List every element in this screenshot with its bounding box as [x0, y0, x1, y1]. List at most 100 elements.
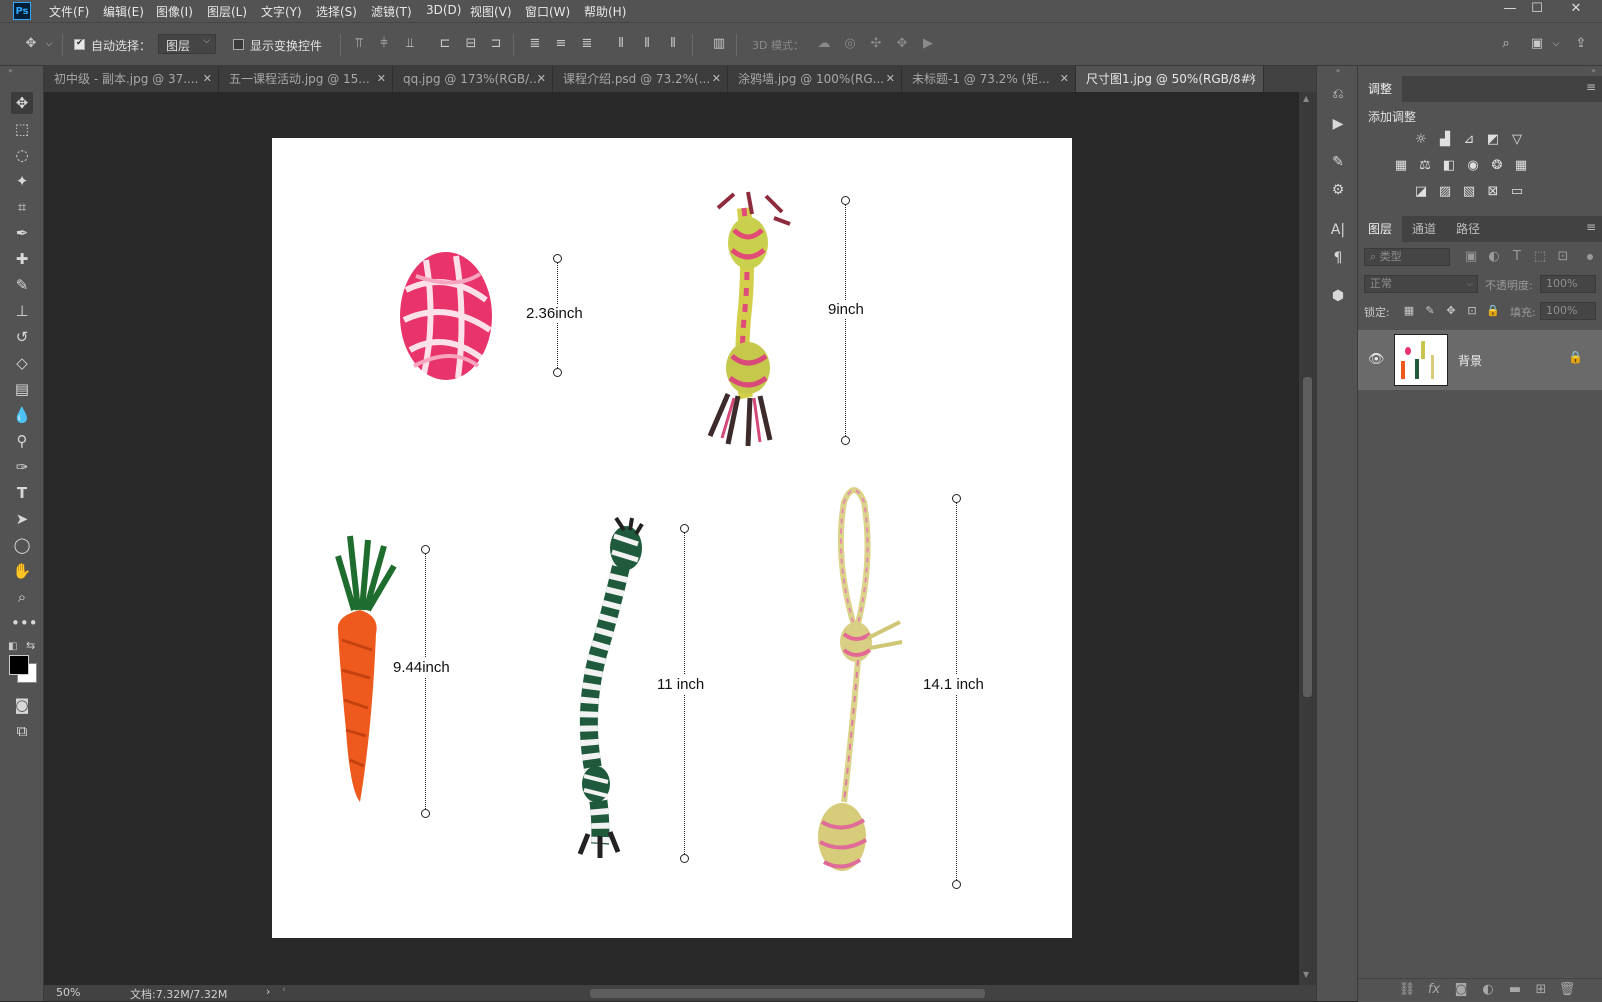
distribute-bottom-icon[interactable]: ≣: [578, 35, 596, 53]
default-colors-icon[interactable]: ◧: [8, 641, 17, 652]
pen-tool-icon[interactable]: ✑: [11, 456, 33, 478]
filter-toggle[interactable]: [1587, 254, 1593, 260]
healing-brush-tool-icon[interactable]: ✚: [11, 248, 33, 270]
search-icon[interactable]: ⌕: [1497, 35, 1515, 53]
threshold-icon[interactable]: ▧: [1460, 184, 1478, 200]
brush-settings-icon[interactable]: ✎: [1328, 152, 1348, 172]
zoom-tool-icon[interactable]: ⌕: [11, 586, 33, 608]
panel-menu-icon[interactable]: ≡: [1586, 80, 1596, 94]
filter-shape-icon[interactable]: ⬚: [1531, 249, 1549, 265]
filter-pixel-icon[interactable]: ▣: [1462, 249, 1480, 265]
tab-document-4[interactable]: 课程介绍.psd @ 73.2%(... ✕: [553, 66, 728, 92]
3d-orbit-icon[interactable]: ☁: [815, 35, 833, 53]
share-icon[interactable]: ⇪: [1572, 35, 1590, 53]
3d-roll-icon[interactable]: ◎: [841, 35, 859, 53]
invert-icon[interactable]: ◪: [1412, 184, 1430, 200]
gradient-map-icon[interactable]: ▭: [1508, 184, 1526, 200]
3d-slide-icon[interactable]: ✥: [893, 35, 911, 53]
distribute-right-icon[interactable]: ⦀: [664, 35, 682, 53]
levels-icon[interactable]: ▟: [1436, 132, 1454, 148]
tab-paths[interactable]: 路径: [1446, 216, 1490, 242]
close-icon[interactable]: ✕: [203, 66, 212, 92]
new-adjustment-layer-icon[interactable]: ◐: [1479, 982, 1497, 998]
menu-filter[interactable]: 滤镜(T): [371, 3, 412, 20]
gradient-tool-icon[interactable]: ▤: [11, 378, 33, 400]
color-balance-icon[interactable]: ⚖: [1416, 158, 1434, 174]
posterize-icon[interactable]: ▨: [1436, 184, 1454, 200]
scroll-down-icon[interactable]: ▼: [1303, 970, 1309, 979]
scroll-left-icon[interactable]: ‹: [282, 985, 286, 995]
menu-layer[interactable]: 图层(L): [207, 3, 247, 20]
history-panel-icon[interactable]: ⎌: [1328, 84, 1348, 104]
move-tool-icon[interactable]: ✥: [22, 35, 40, 53]
eyedropper-tool-icon[interactable]: ✒: [11, 222, 33, 244]
clone-stamp-tool-icon[interactable]: ⊥: [11, 300, 33, 322]
hand-tool-icon[interactable]: ✋: [11, 560, 33, 582]
status-menu-arrow[interactable]: ›: [266, 985, 270, 998]
filter-type-icon[interactable]: T: [1508, 249, 1526, 265]
close-icon[interactable]: ✕: [1248, 66, 1257, 92]
tab-document-active[interactable]: 尺寸图1.jpg @ 50%(RGB/8#) ✕: [1076, 66, 1264, 92]
document-canvas[interactable]: 2.36inch 9inch 9.44inch 11 inch 14.1 inc…: [272, 138, 1072, 938]
move-tool-icon[interactable]: ✥: [11, 92, 33, 114]
foreground-color-swatch[interactable]: [9, 655, 29, 675]
menu-select[interactable]: 选择(S): [316, 3, 357, 20]
collapse-icon[interactable]: »: [8, 66, 13, 75]
align-left-icon[interactable]: ⊏: [436, 35, 454, 53]
type-tool-icon[interactable]: T: [11, 482, 33, 504]
distribute-hcenter-icon[interactable]: ⦀: [638, 35, 656, 53]
lock-image-icon[interactable]: ✎: [1421, 303, 1439, 319]
auto-select-checkbox[interactable]: [74, 38, 85, 50]
swap-colors-icon[interactable]: ⇆: [26, 639, 35, 652]
close-icon[interactable]: ✕: [1060, 66, 1069, 92]
new-group-icon[interactable]: ▬: [1506, 982, 1524, 998]
chevron-down-icon[interactable]: ⌵: [44, 35, 54, 53]
exposure-icon[interactable]: ◩: [1484, 132, 1502, 148]
hue-saturation-icon[interactable]: ▦: [1392, 158, 1410, 174]
menu-3d[interactable]: 3D(D): [426, 3, 461, 17]
zoom-level[interactable]: 50%: [56, 986, 80, 999]
brightness-contrast-icon[interactable]: ☼: [1412, 132, 1430, 148]
photo-filter-icon[interactable]: ◉: [1464, 158, 1482, 174]
magic-wand-tool-icon[interactable]: ✦: [11, 170, 33, 192]
align-top-icon[interactable]: ⫪: [350, 35, 368, 53]
vibrance-icon[interactable]: ▽: [1508, 132, 1526, 148]
new-layer-icon[interactable]: ⊞: [1532, 982, 1550, 998]
menu-file[interactable]: 文件(F): [49, 3, 89, 20]
layer-filter-dropdown[interactable]: ⌕ 类型: [1364, 248, 1450, 266]
lock-position-icon[interactable]: ✥: [1442, 303, 1460, 319]
lasso-tool-icon[interactable]: ◌: [11, 144, 33, 166]
align-vcenter-icon[interactable]: ⫩: [375, 35, 393, 53]
curves-icon[interactable]: ⊿: [1460, 132, 1478, 148]
eye-icon[interactable]: 👁: [1368, 352, 1385, 367]
3d-camera-icon[interactable]: ▶: [919, 35, 937, 53]
tab-document-2[interactable]: 五一课程活动.jpg @ 15... ✕: [219, 66, 393, 92]
distribute-top-icon[interactable]: ≣: [526, 35, 544, 53]
close-icon[interactable]: ✕: [886, 66, 895, 92]
actions-panel-icon[interactable]: ▶: [1328, 114, 1348, 134]
3d-pan-icon[interactable]: ✣: [867, 35, 885, 53]
close-icon[interactable]: ✕: [537, 66, 546, 92]
layer-name[interactable]: 背景: [1458, 352, 1482, 369]
channel-mixer-icon[interactable]: ❂: [1488, 158, 1506, 174]
align-hcenter-icon[interactable]: ⊟: [462, 35, 480, 53]
add-mask-icon[interactable]: ◙: [1452, 982, 1470, 998]
more-tools-icon[interactable]: •••: [11, 612, 38, 634]
align-bottom-icon[interactable]: ⫫: [401, 35, 419, 53]
tab-layers[interactable]: 图层: [1358, 216, 1403, 242]
filter-adjustment-icon[interactable]: ◐: [1485, 249, 1503, 265]
opacity-field[interactable]: 100%: [1540, 275, 1596, 293]
vertical-scrollbar[interactable]: ▲ ▼: [1299, 92, 1316, 985]
crop-tool-icon[interactable]: ⌗: [11, 196, 33, 218]
menu-window[interactable]: 窗口(W): [525, 3, 570, 20]
tab-document-5[interactable]: 涂鸦墙.jpg @ 100%(RG... ✕: [728, 66, 902, 92]
layer-row[interactable]: 👁 背景 🔒: [1358, 330, 1602, 390]
auto-align-icon[interactable]: ▥: [710, 35, 728, 53]
screen-mode-icon[interactable]: ⧉: [11, 720, 33, 742]
close-icon[interactable]: ✕: [712, 66, 721, 92]
auto-select-target-dropdown[interactable]: 图层 ⌵: [158, 34, 216, 54]
align-right-icon[interactable]: ⊐: [487, 35, 505, 53]
close-icon[interactable]: ✕: [377, 66, 386, 92]
collapse-icon[interactable]: «: [1317, 66, 1359, 76]
vertical-scroll-thumb[interactable]: [1303, 377, 1312, 697]
